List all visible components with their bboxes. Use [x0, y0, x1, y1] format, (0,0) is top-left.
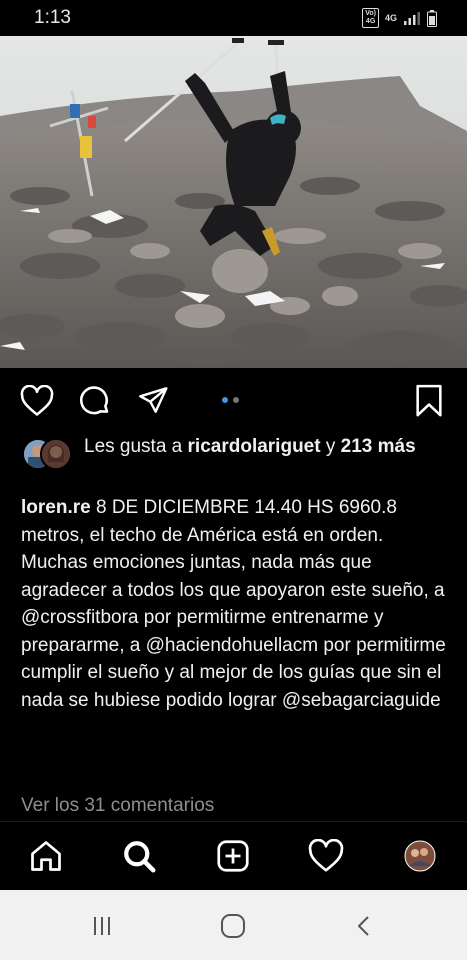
home-icon	[31, 841, 61, 871]
bookmark-icon	[416, 384, 442, 417]
add-post-icon	[217, 840, 249, 872]
home-system-button[interactable]	[213, 910, 253, 942]
likes-text: Les gusta a ricardolariguet y 213 más	[84, 436, 416, 457]
post-caption: loren.re 8 DE DICIEMBRE 14.40 HS 6960.8 …	[21, 494, 451, 714]
comment-button[interactable]	[76, 382, 114, 420]
liker-avatar	[40, 438, 72, 470]
bottom-nav	[0, 821, 467, 890]
back-icon	[358, 916, 369, 936]
recents-button[interactable]	[82, 910, 122, 942]
like-button[interactable]	[18, 382, 56, 420]
volte-icon: Vo) 4G	[362, 8, 379, 28]
battery-icon	[427, 9, 437, 27]
status-bar: 1:13 Vo) 4G 4G	[0, 0, 467, 36]
recents-icon	[94, 917, 110, 935]
home-circle-icon	[221, 914, 245, 938]
nav-search[interactable]	[117, 836, 161, 876]
nav-activity[interactable]	[304, 836, 348, 876]
signal-icon	[404, 12, 420, 25]
nav-profile[interactable]	[398, 836, 442, 876]
status-icons: Vo) 4G 4G	[362, 8, 437, 28]
share-button[interactable]	[134, 382, 172, 420]
comment-icon	[79, 386, 109, 415]
nav-new-post[interactable]	[211, 836, 255, 876]
save-button[interactable]	[410, 382, 448, 420]
status-time: 1:13	[34, 7, 71, 28]
carousel-dot-active	[222, 397, 228, 403]
post-action-bar	[0, 368, 467, 433]
view-comments-link[interactable]: Ver los 31 comentarios	[21, 795, 214, 817]
likes-row[interactable]: Les gusta a ricardolariguet y 213 más	[22, 434, 452, 470]
heart-icon	[308, 839, 344, 872]
post-photo[interactable]	[0, 36, 467, 368]
send-icon	[139, 387, 168, 413]
search-icon	[124, 841, 156, 873]
carousel-dot	[233, 397, 239, 403]
nav-home[interactable]	[24, 836, 68, 876]
profile-avatar	[404, 840, 436, 872]
carousel-indicator	[222, 397, 239, 403]
caption-username[interactable]: loren.re	[21, 497, 91, 518]
liker-username[interactable]: ricardolariguet	[188, 436, 321, 457]
system-nav-bar	[0, 890, 467, 960]
liker-avatars	[22, 438, 74, 470]
back-button[interactable]	[344, 910, 384, 942]
caption-text: 8 DE DICIEMBRE 14.40 HS 6960.8 metros, e…	[21, 497, 446, 711]
likes-count[interactable]: 213	[341, 436, 373, 457]
network-type-label: 4G	[384, 12, 397, 23]
heart-icon	[20, 385, 54, 416]
